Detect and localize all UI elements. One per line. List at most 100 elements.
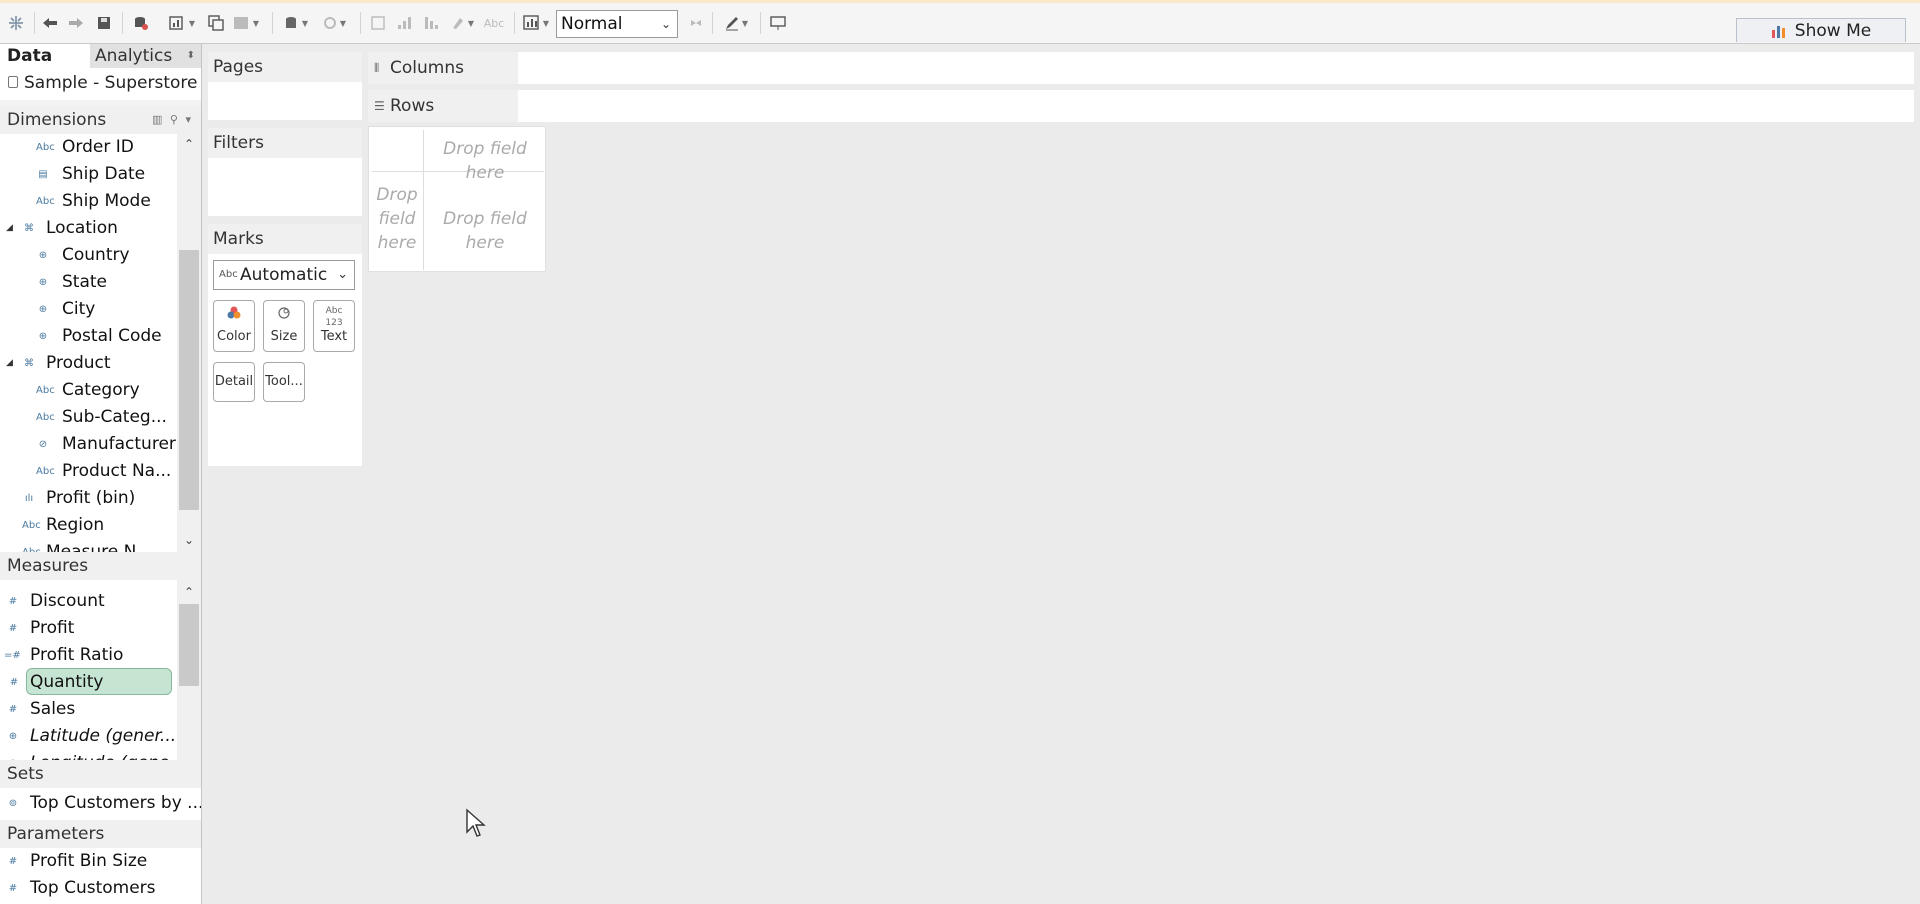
list-item[interactable]: # Profit Bin Size [9,848,147,875]
duplicate-icon[interactable] [206,12,226,34]
save-icon[interactable] [94,12,114,34]
text-label: Text [320,329,348,344]
list-item[interactable]: ⊕ Latitude (gener... [9,723,176,750]
hierarchy-icon: ⌘ [24,358,34,369]
field-label: Profit Ratio [30,645,124,665]
scroll-thumb[interactable] [179,250,199,510]
scroll-up-icon[interactable]: ⌃ [177,134,201,154]
drop-zone-left[interactable]: Drop field here [373,183,421,255]
parameters-list: # Profit Bin Size # Top Customers [0,848,201,904]
canvas-divider [423,130,424,270]
expand-triangle-icon[interactable]: ◢ [6,215,13,242]
undo-icon[interactable] [40,12,60,34]
list-item[interactable]: # Top Customers [9,875,156,902]
list-item[interactable]: ⊚ Top Customers by ... [9,790,201,817]
toolbar-separator [122,12,123,34]
list-item[interactable]: Abc Product Na... [36,458,171,485]
drop-zone-center[interactable]: Drop field here [425,207,545,255]
color-label: Color [217,329,251,344]
list-item[interactable]: Abc Region [22,512,104,539]
list-item[interactable]: ⊕ City [39,296,96,323]
tab-analytics-label: Analytics [95,46,173,66]
dimensions-list: Abc Order ID ▤ Ship Date Abc Ship Mode ◢… [0,134,201,552]
list-item[interactable]: ⊘ Manufacturer [39,431,176,458]
scroll-up-icon[interactable]: ⌃ [177,582,201,602]
number-icon: # [9,677,19,688]
expand-triangle-icon[interactable]: ◢ [6,350,13,377]
mark-type-select[interactable]: Abc Automatic ⌄ [213,260,355,290]
toolbar: ▼ ▼ ▼ ▼ ▼ Abc ▼ Normal ⌄ ▼ Show Me [0,0,1920,44]
sort-desc-icon[interactable] [420,12,442,34]
scroll-thumb[interactable] [179,604,199,686]
hierarchy-item[interactable]: ◢ ⌘ Location [6,215,118,242]
list-item-selected[interactable]: # Quantity [10,668,172,695]
size-button[interactable]: Size [263,300,305,352]
show-cards-icon[interactable]: ▼ [520,12,552,34]
toolbar-separator [514,12,515,34]
field-label: Ship Mode [62,191,151,211]
dimensions-scrollbar[interactable]: ⌃ ⌄ [177,134,201,552]
list-item[interactable]: ⊕ Postal Code [39,323,162,350]
tab-data[interactable]: Data [0,44,90,68]
sort-asc-icon[interactable] [394,12,414,34]
scroll-down-icon[interactable]: ⌄ [177,530,201,550]
datasource-item[interactable]: Sample - Superstore [0,68,201,100]
globe-icon: ⊕ [38,304,48,315]
presentation-icon[interactable] [768,12,788,34]
list-item[interactable]: ⊕ Country [39,242,130,269]
fit-select[interactable]: Normal ⌄ [556,10,678,38]
rows-icon: ☰ [374,99,385,113]
filters-card[interactable]: Filters [208,128,362,216]
list-item[interactable]: Abc Category [36,377,140,404]
hierarchy-item[interactable]: ◢ ⌘ Product [6,350,111,377]
list-item[interactable]: ılı Profit (bin) [25,485,136,512]
list-item[interactable]: # Profit [9,615,75,642]
toolbar-separator [360,12,361,34]
string-icon: Abc [36,142,55,153]
fix-axes-icon[interactable] [686,12,706,34]
list-item[interactable]: Abc Measure N... [22,539,153,552]
parameters-header: Parameters [0,820,201,848]
columns-shelf[interactable]: ⦀ Columns [368,52,1914,84]
list-item[interactable]: # Sales [9,696,75,723]
view-canvas[interactable]: Drop field here Drop field here Drop fie… [368,126,546,272]
sets-list: ⊚ Top Customers by ... [0,788,201,820]
calc-number-icon: =# [4,650,21,661]
list-item[interactable]: ⊕ State [39,269,107,296]
drop-zone-top[interactable]: Drop field here [425,137,545,185]
new-worksheet-icon[interactable]: ▼ [166,12,198,34]
refresh-icon[interactable]: ▼ [318,12,350,34]
tooltip-button[interactable]: Tool... [263,362,305,402]
field-label: Profit (bin) [46,488,136,508]
detail-button[interactable]: Detail [213,362,255,402]
list-item[interactable]: ▤ Ship Date [38,161,145,188]
sort-icon[interactable]: ⬍ [187,44,195,68]
list-item[interactable]: =# Profit Ratio [4,642,124,669]
measures-header: Measures [0,552,201,580]
redo-icon[interactable] [66,12,86,34]
new-datasource-icon[interactable] [130,12,152,34]
pause-updates-icon[interactable]: ▼ [280,12,312,34]
tab-analytics[interactable]: Analytics ⬍ [90,44,201,68]
paperclip-icon: ⊘ [38,439,48,450]
tableau-logo-icon[interactable] [6,12,26,34]
pen-icon[interactable]: ▼ [720,12,752,34]
list-item[interactable]: Abc Order ID [36,134,134,161]
swap-icon[interactable] [368,12,388,34]
fit-select-value: Normal [561,14,623,34]
toolbar-separator [34,12,35,34]
pages-card[interactable]: Pages [208,52,362,120]
show-me-button[interactable]: Show Me [1736,18,1906,42]
list-item[interactable]: Abc Ship Mode [36,188,151,215]
text-button[interactable]: Abc 123 Text [313,300,355,352]
list-item[interactable]: # Discount [9,588,105,615]
labels-icon[interactable]: Abc [482,12,506,34]
dimensions-tools[interactable]: ▥ ⚲ ▾ [152,106,193,134]
highlight-icon[interactable]: ▼ [446,12,478,34]
clear-icon[interactable]: ▼ [230,12,262,34]
list-item[interactable]: Abc Sub-Categ... [36,404,167,431]
field-label: City [62,299,96,319]
rows-shelf[interactable]: ☰ Rows [368,90,1914,122]
toolbar-separator [760,12,761,34]
color-button[interactable]: Color [213,300,255,352]
